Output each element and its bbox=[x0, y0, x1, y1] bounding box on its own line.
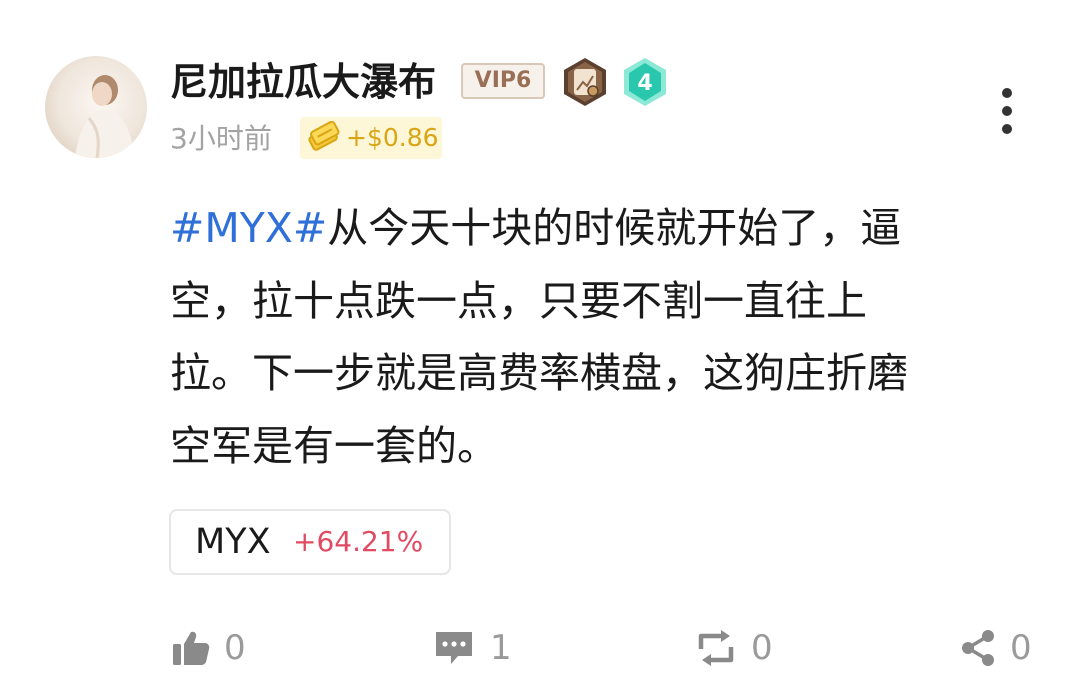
comment-button[interactable]: 1 bbox=[434, 620, 524, 676]
like-button[interactable]: 0 bbox=[172, 620, 262, 676]
comment-icon bbox=[436, 632, 472, 664]
share-button[interactable]: 0 bbox=[960, 620, 1040, 676]
post-content: #MYX#从今天十块的时候就开始了，逼 空，拉十点跌一点，只要不割一直往上 拉。… bbox=[170, 192, 1000, 482]
coin-stack-icon bbox=[308, 121, 340, 151]
content-line: 拉。下一步就是高费率横盘，这狗庄折磨 bbox=[170, 349, 908, 397]
post-time: 3小时前 bbox=[170, 122, 272, 155]
more-options-icon[interactable] bbox=[996, 86, 1018, 136]
content-line: 空军是有一套的。 bbox=[170, 421, 498, 470]
share-count: 0 bbox=[1010, 628, 1032, 668]
avatar-photo-icon bbox=[45, 56, 147, 158]
content-text: 从今天十块的时候就开始了，逼 bbox=[327, 204, 902, 252]
repost-button[interactable]: 0 bbox=[697, 620, 787, 676]
like-count: 0 bbox=[224, 628, 246, 668]
hashtag-link[interactable]: #MYX# bbox=[170, 204, 327, 252]
coin-symbol: MYX bbox=[195, 522, 271, 562]
content-line: #MYX#从今天十块的时候就开始了，逼 bbox=[170, 192, 1000, 265]
medal-icon[interactable] bbox=[559, 56, 611, 108]
avatar[interactable] bbox=[45, 56, 147, 158]
share-icon bbox=[962, 630, 994, 666]
repost-count: 0 bbox=[751, 628, 773, 668]
vip-badge[interactable]: VIP6 bbox=[461, 63, 545, 99]
comment-count: 1 bbox=[490, 628, 512, 668]
thumbs-up-icon bbox=[173, 631, 210, 665]
level-badge[interactable]: 4 bbox=[621, 56, 669, 108]
level-number: 4 bbox=[637, 71, 652, 96]
tip-amount: +$0.86 bbox=[346, 123, 439, 152]
coin-ticker-chip[interactable]: MYX +64.21% bbox=[169, 509, 451, 575]
repost-icon bbox=[698, 630, 734, 666]
coin-change: +64.21% bbox=[293, 525, 424, 558]
tip-reward[interactable]: +$0.86 bbox=[300, 117, 442, 159]
username[interactable]: 尼加拉瓜大瀑布 bbox=[170, 56, 436, 108]
content-line: 空，拉十点跌一点，只要不割一直往上 bbox=[170, 276, 867, 325]
